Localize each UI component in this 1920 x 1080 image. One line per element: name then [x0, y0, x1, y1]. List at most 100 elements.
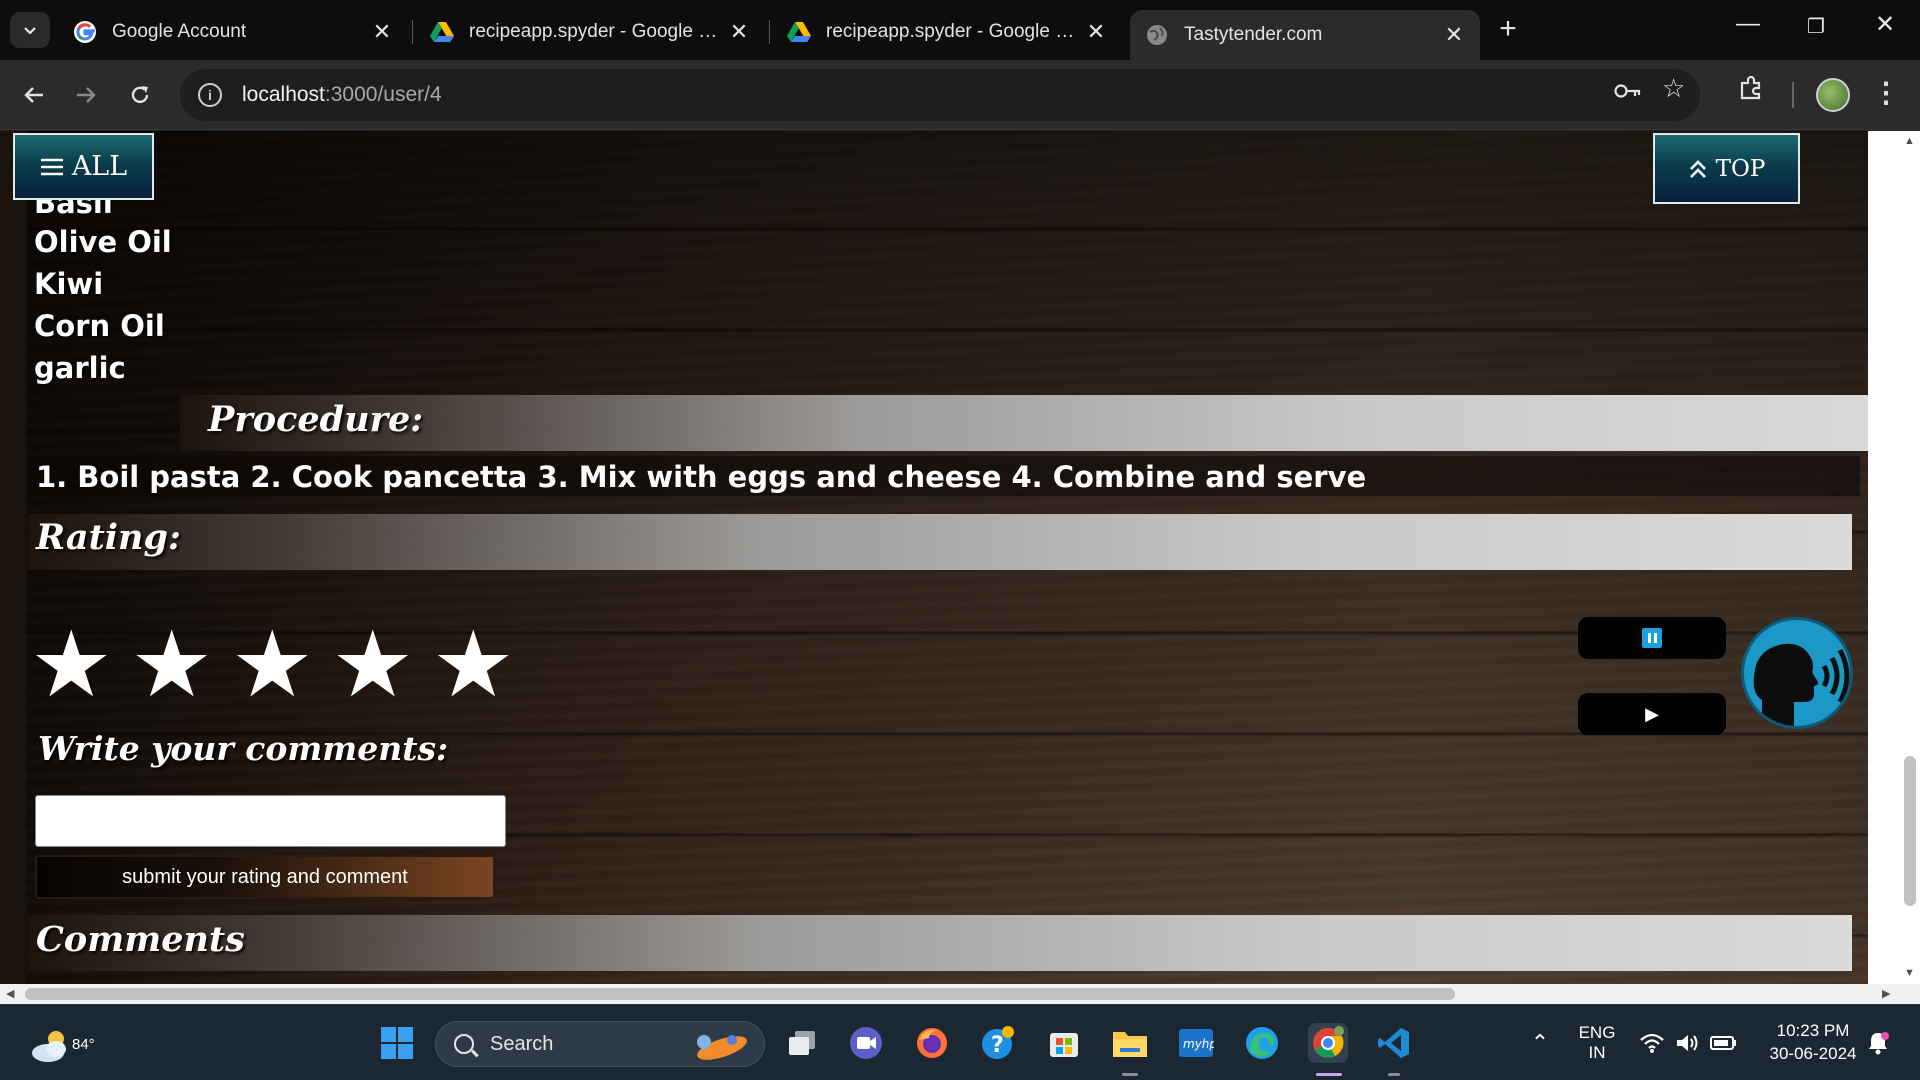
- close-icon[interactable]: ✕: [370, 19, 394, 45]
- reload-icon[interactable]: [120, 75, 160, 115]
- close-icon[interactable]: ✕: [1442, 22, 1466, 48]
- vertical-scroll-thumb[interactable]: [1904, 756, 1916, 906]
- taskbar-running-indicator: [1122, 1073, 1138, 1076]
- windows-taskbar: 84° Search ? myhp ⌃ ENG IN 10:23 PM 30-0…: [0, 1004, 1920, 1080]
- scroll-top-button[interactable]: TOP: [1653, 133, 1800, 204]
- myhp-icon[interactable]: myhp: [1176, 1023, 1216, 1063]
- bookmark-star-icon[interactable]: ☆: [1662, 73, 1685, 104]
- file-explorer-icon[interactable]: [1110, 1023, 1150, 1063]
- weather-widget[interactable]: 84°: [24, 1019, 95, 1069]
- taskbar-active-indicator: [1316, 1073, 1342, 1076]
- more-menu-icon[interactable]: ⋮: [1872, 76, 1900, 109]
- all-menu-label: ALL: [71, 151, 128, 182]
- new-tab-plus-icon[interactable]: +: [1490, 12, 1526, 46]
- language-code: ENG: [1578, 1023, 1616, 1042]
- scroll-right-arrow-icon[interactable]: ▶: [1882, 987, 1890, 1000]
- star-icon[interactable]: ★: [331, 619, 413, 711]
- clock[interactable]: 10:23 PM 30-06-2024: [1758, 1021, 1868, 1064]
- weather-temperature: 84°: [72, 1036, 95, 1053]
- submit-rating-button[interactable]: submit your rating and comment: [35, 855, 495, 899]
- url-host: localhost: [242, 83, 325, 106]
- scroll-up-arrow-icon[interactable]: ▲: [1904, 135, 1915, 147]
- close-icon[interactable]: ✕: [1084, 19, 1108, 45]
- ingredient-item: Kiwi: [34, 267, 104, 301]
- volume-icon[interactable]: [1668, 1023, 1708, 1063]
- microsoft-store-icon[interactable]: [1044, 1023, 1084, 1063]
- browser-tab-bar: Google Account ✕ recipeapp.spyder - Goog…: [0, 0, 1920, 60]
- wifi-icon[interactable]: [1632, 1023, 1672, 1063]
- chrome-icon[interactable]: [1308, 1023, 1348, 1063]
- scroll-left-arrow-icon[interactable]: ◀: [6, 987, 14, 1000]
- vertical-scrollbar[interactable]: ▲ ▼: [1900, 131, 1920, 984]
- search-highlight-icon: [697, 1035, 747, 1060]
- back-arrow-icon[interactable]: [14, 75, 54, 115]
- scroll-down-arrow-icon[interactable]: ▼: [1904, 967, 1915, 979]
- tab-title: recipeapp.spyder - Google Drive: [826, 21, 1084, 42]
- page-left-gutter: [0, 131, 27, 984]
- procedure-heading: Procedure:: [208, 399, 424, 440]
- procedure-heading-band: [180, 395, 1868, 451]
- tts-pause-button[interactable]: [1578, 617, 1726, 659]
- clock-date: 30-06-2024: [1769, 1044, 1857, 1063]
- password-key-icon[interactable]: [1614, 77, 1642, 108]
- rating-heading: Rating:: [36, 517, 181, 558]
- chevron-down-icon: [24, 27, 36, 35]
- restore-icon[interactable]: ❐: [1796, 14, 1836, 39]
- tab-google-drive-1[interactable]: recipeapp.spyder - Google Drive ✕: [415, 10, 765, 54]
- double-chevron-up-icon: [1689, 159, 1706, 178]
- hamburger-icon: [40, 158, 63, 175]
- extensions-puzzle-icon[interactable]: [1738, 75, 1764, 108]
- minimize-icon[interactable]: —: [1728, 10, 1768, 38]
- google-icon: [72, 19, 98, 45]
- get-help-icon[interactable]: ?: [978, 1023, 1018, 1063]
- star-icon[interactable]: ★: [30, 619, 112, 711]
- taskbar-search[interactable]: Search: [435, 1021, 765, 1067]
- star-icon[interactable]: ★: [130, 619, 212, 711]
- play-icon: ▶: [1645, 703, 1659, 724]
- language-region: IN: [1588, 1043, 1606, 1062]
- notification-bell-icon[interactable]: [1858, 1023, 1898, 1063]
- tab-google-account[interactable]: Google Account ✕: [58, 10, 408, 54]
- windows-start-icon[interactable]: [377, 1023, 417, 1063]
- globe-icon: [1144, 22, 1170, 48]
- taskbar-search-placeholder: Search: [490, 1032, 554, 1055]
- tray-chevron-up-icon[interactable]: ⌃: [1520, 1023, 1560, 1063]
- toolbar-separator: [1792, 82, 1794, 108]
- language-indicator[interactable]: ENG IN: [1574, 1023, 1620, 1063]
- ingredient-item: Olive Oil: [34, 225, 172, 259]
- firefox-icon[interactable]: [912, 1023, 952, 1063]
- comments-prompt: Write your comments:: [38, 729, 449, 768]
- svg-text:?: ?: [991, 1033, 1004, 1058]
- tab-google-drive-2[interactable]: recipeapp.spyder - Google Drive ✕: [772, 10, 1122, 54]
- edge-icon[interactable]: [1242, 1023, 1282, 1063]
- vscode-icon[interactable]: [1374, 1023, 1414, 1063]
- comment-input[interactable]: [35, 795, 506, 847]
- profile-avatar[interactable]: [1816, 78, 1850, 112]
- tab-tastytender[interactable]: Tastytender.com ✕: [1130, 10, 1480, 60]
- star-icon[interactable]: ★: [432, 619, 514, 711]
- horizontal-scroll-thumb[interactable]: [25, 988, 1455, 1000]
- all-menu-button[interactable]: ALL: [13, 133, 154, 200]
- tab-separator: [769, 20, 770, 44]
- site-info-icon[interactable]: i: [198, 83, 222, 107]
- comments-heading-band: [28, 915, 1852, 971]
- star-rating[interactable]: ★ ★ ★ ★ ★: [30, 619, 514, 711]
- teams-meet-icon[interactable]: [846, 1023, 886, 1063]
- tts-play-button[interactable]: ▶: [1578, 693, 1726, 735]
- star-icon[interactable]: ★: [231, 619, 313, 711]
- rating-heading-band: [28, 514, 1852, 570]
- scrollbar-corner: [1900, 984, 1920, 1004]
- procedure-text: 1. Boil pasta 2. Cook pancetta 3. Mix wi…: [28, 456, 1860, 496]
- page-viewport: Basil Olive Oil Kiwi Corn Oil garlic Pro…: [0, 131, 1900, 984]
- address-bar[interactable]: i localhost:3000/user/4: [180, 69, 1700, 121]
- comments-heading: Comments: [36, 919, 245, 960]
- tab-search-button[interactable]: [10, 12, 50, 48]
- forward-arrow-icon[interactable]: [66, 75, 106, 115]
- speaking-head-icon[interactable]: [1741, 617, 1853, 729]
- horizontal-scrollbar[interactable]: ◀ ▶: [0, 984, 1900, 1004]
- close-icon[interactable]: ✕: [727, 19, 751, 45]
- pause-icon: [1642, 628, 1662, 648]
- task-view-icon[interactable]: [782, 1023, 822, 1063]
- battery-icon[interactable]: [1704, 1023, 1744, 1063]
- window-close-icon[interactable]: ✕: [1865, 10, 1905, 39]
